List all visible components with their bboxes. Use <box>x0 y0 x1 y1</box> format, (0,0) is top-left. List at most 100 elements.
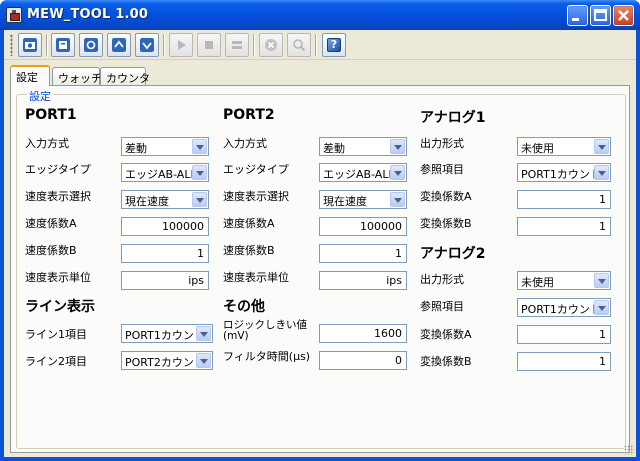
app-window: MEW_TOOL 1.00 ? 設定 ウォッチ カウンタ 設定 PORT1 入力… <box>0 0 640 461</box>
tab-counter[interactable]: カウンタ <box>100 67 150 85</box>
threshold-input[interactable]: 1600 <box>319 324 407 343</box>
chevron-down-icon[interactable] <box>192 192 207 207</box>
search-button[interactable] <box>287 33 311 57</box>
filter-time-label: フィルタ時間(μs) <box>223 350 311 363</box>
analog1-coeff-a-label: 変換係数A <box>420 190 472 203</box>
chevron-down-icon[interactable] <box>390 192 405 207</box>
chevron-down-icon[interactable] <box>594 300 609 315</box>
upload-button[interactable] <box>107 33 131 57</box>
chevron-down-icon[interactable] <box>192 165 207 180</box>
toolbar-separator <box>253 34 255 56</box>
stop-button[interactable] <box>197 33 221 57</box>
close-button[interactable] <box>613 5 634 26</box>
reload-button[interactable] <box>79 33 103 57</box>
line1-select[interactable]: PORT1カウント <box>121 324 213 343</box>
filter-time-input[interactable]: 0 <box>319 351 407 370</box>
line2-select[interactable]: PORT2カウント <box>121 351 213 370</box>
client-area: ? 設定 ウォッチ カウンタ 設定 PORT1 入力方式 差動 エッジタイプ エ… <box>4 30 636 457</box>
help-button[interactable]: ? <box>322 33 346 57</box>
analog1-coeff-b-input[interactable]: 1 <box>517 217 611 236</box>
threshold-label: ロジックしきい値(mV) <box>223 319 307 342</box>
capture-button[interactable] <box>18 33 42 57</box>
port1-speed-display-select[interactable]: 現在速度 <box>121 190 209 209</box>
analog1-coeff-b-label: 変換係数B <box>420 217 472 230</box>
port1-coeff-b-label: 速度係数B <box>25 244 77 257</box>
tab-settings[interactable]: 設定 <box>10 65 50 86</box>
port1-coeff-b-input[interactable]: 1 <box>121 244 209 263</box>
window-title: MEW_TOOL 1.00 <box>27 7 149 22</box>
analog2-ref-select[interactable]: PORT1カウント <box>517 298 611 317</box>
port2-coeff-a-input[interactable]: 100000 <box>319 217 407 236</box>
settings-group: 設定 PORT1 入力方式 差動 エッジタイプ エッジAB-ALL 速度表示選択… <box>16 88 626 449</box>
maximize-icon <box>594 9 607 21</box>
analog2-title: アナログ2 <box>420 246 486 262</box>
chevron-down-icon[interactable] <box>192 139 207 154</box>
reload-icon <box>84 38 98 52</box>
port1-unit-label: 速度表示単位 <box>25 271 91 284</box>
analog1-output-label: 出力形式 <box>420 137 464 150</box>
port2-coeff-a-label: 速度係数A <box>223 217 275 230</box>
download-button[interactable] <box>135 33 159 57</box>
camera-icon <box>23 38 37 52</box>
chevron-down-icon[interactable] <box>196 326 211 341</box>
title-bar[interactable]: MEW_TOOL 1.00 <box>0 0 640 30</box>
minimize-icon <box>572 18 579 21</box>
line2-label: ライン2項目 <box>25 355 87 368</box>
other-title: その他 <box>223 299 265 315</box>
analog2-output-select[interactable]: 未使用 <box>517 271 611 290</box>
port2-speed-display-label: 速度表示選択 <box>223 190 289 203</box>
toolbar-grip[interactable] <box>10 34 13 56</box>
port1-speed-display-label: 速度表示選択 <box>25 190 91 203</box>
resize-grip[interactable] <box>624 445 634 455</box>
download-icon <box>140 38 154 52</box>
play-icon <box>178 40 186 50</box>
app-icon[interactable] <box>6 7 22 23</box>
toolbar-separator <box>46 34 48 56</box>
line-display-title: ライン表示 <box>25 299 95 315</box>
minimize-button[interactable] <box>567 5 588 26</box>
port2-input-mode-label: 入力方式 <box>223 137 267 150</box>
step-button[interactable] <box>225 33 249 57</box>
analog1-coeff-a-input[interactable]: 1 <box>517 190 611 209</box>
analog1-ref-select[interactable]: PORT1カウント <box>517 163 611 182</box>
maximize-button[interactable] <box>590 5 611 26</box>
port1-input-mode-label: 入力方式 <box>25 137 69 150</box>
port2-edge-type-select[interactable]: エッジAB-ALL <box>319 163 407 182</box>
analog2-ref-label: 参照項目 <box>420 300 464 313</box>
cancel-button[interactable] <box>259 33 283 57</box>
port1-unit-input[interactable]: ips <box>121 271 209 290</box>
toolbar: ? <box>4 30 636 60</box>
open-icon <box>56 38 70 52</box>
tab-watch[interactable]: ウォッチ <box>52 67 102 85</box>
chevron-down-icon[interactable] <box>390 139 405 154</box>
play-button[interactable] <box>169 33 193 57</box>
analog2-coeff-a-input[interactable]: 1 <box>517 325 611 344</box>
analog2-coeff-b-label: 変換係数B <box>420 355 472 368</box>
port2-coeff-b-input[interactable]: 1 <box>319 244 407 263</box>
port2-speed-display-select[interactable]: 現在速度 <box>319 190 407 209</box>
upload-icon <box>112 38 126 52</box>
toolbar-separator <box>163 34 165 56</box>
line1-label: ライン1項目 <box>25 328 87 341</box>
search-icon <box>293 39 306 52</box>
port1-coeff-a-input[interactable]: 100000 <box>121 217 209 236</box>
analog1-title: アナログ1 <box>420 110 486 126</box>
port2-input-mode-select[interactable]: 差動 <box>319 137 407 156</box>
analog2-coeff-b-input[interactable]: 1 <box>517 352 611 371</box>
analog1-ref-label: 参照項目 <box>420 163 464 176</box>
analog2-output-label: 出力形式 <box>420 273 464 286</box>
chevron-down-icon[interactable] <box>390 165 405 180</box>
port1-edge-type-label: エッジタイプ <box>25 163 91 176</box>
port1-edge-type-select[interactable]: エッジAB-ALL <box>121 163 209 182</box>
port2-unit-input[interactable]: ips <box>319 271 407 290</box>
chevron-down-icon[interactable] <box>594 139 609 154</box>
chevron-down-icon[interactable] <box>594 165 609 180</box>
step-icon <box>232 41 242 49</box>
stop-icon <box>205 41 213 49</box>
chevron-down-icon[interactable] <box>196 353 211 368</box>
port2-title: PORT2 <box>223 107 275 123</box>
analog1-output-select[interactable]: 未使用 <box>517 137 611 156</box>
chevron-down-icon[interactable] <box>594 273 609 288</box>
open-button[interactable] <box>51 33 75 57</box>
port1-input-mode-select[interactable]: 差動 <box>121 137 209 156</box>
